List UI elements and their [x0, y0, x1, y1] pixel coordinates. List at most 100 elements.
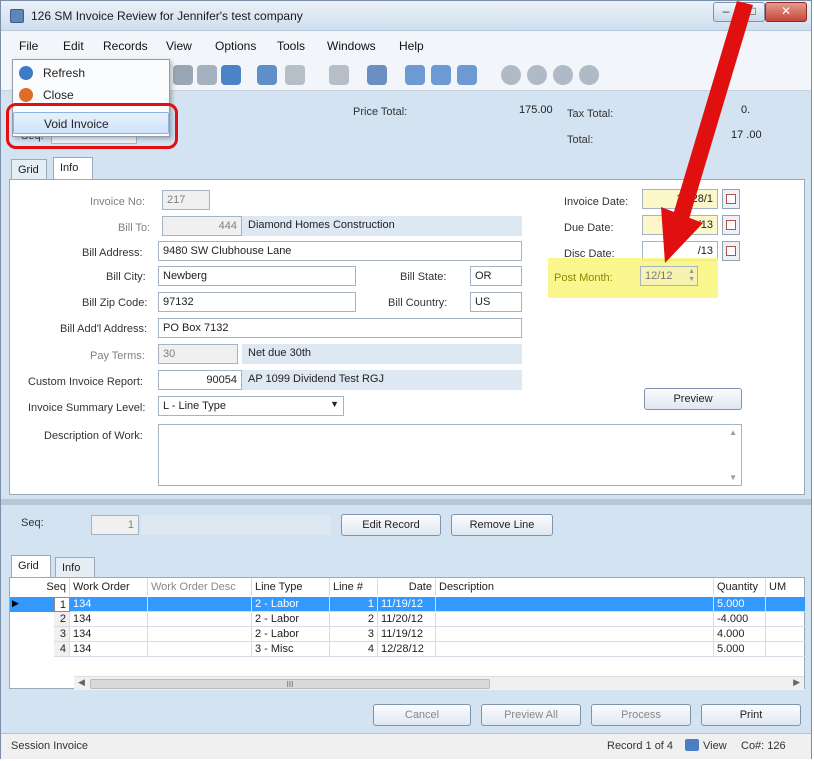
menu-windows[interactable]: Windows	[327, 39, 376, 53]
layout-single-icon[interactable]	[405, 65, 425, 85]
cell-wo-desc[interactable]	[148, 612, 252, 627]
col-header-work-order-desc[interactable]: Work Order Desc	[148, 578, 252, 596]
menu-help[interactable]: Help	[399, 39, 424, 53]
cell-wo-desc[interactable]	[148, 627, 252, 642]
invoice-summary-level-select[interactable]: L - Line Type ▼	[158, 396, 344, 416]
cell-um[interactable]	[766, 612, 806, 627]
spinner-icon[interactable]: ▲ ▼	[688, 268, 695, 284]
col-header-date[interactable]: Date	[378, 578, 436, 596]
menu-file[interactable]: File	[19, 39, 38, 53]
send-icon[interactable]	[329, 65, 349, 85]
menu-records[interactable]: Records	[103, 39, 148, 53]
cell-work-order[interactable]: 134	[70, 597, 148, 612]
lower-tab-info[interactable]: Info	[55, 557, 95, 577]
previous-record-icon[interactable]	[527, 65, 547, 85]
preview-button[interactable]: Preview	[644, 388, 742, 410]
cell-quantity[interactable]: -4.000	[714, 612, 766, 627]
grid-row[interactable]: 4 134 3 - Misc 4 12/28/12 5.000	[10, 642, 806, 657]
menu-tools[interactable]: Tools	[277, 39, 305, 53]
cell-seq[interactable]: 3	[54, 627, 70, 642]
print-button[interactable]: Print	[701, 704, 801, 726]
refresh-icon[interactable]	[221, 65, 241, 85]
attachment-icon[interactable]	[285, 65, 305, 85]
cell-date[interactable]: 12/28/12	[378, 642, 436, 657]
upper-tab-grid[interactable]: Grid	[11, 159, 47, 179]
calculator-icon[interactable]	[257, 65, 277, 85]
bill-country-field[interactable]: US	[470, 292, 522, 312]
cell-wo-desc[interactable]	[148, 597, 252, 612]
close-button[interactable]: ✕	[765, 2, 807, 22]
menu-item-refresh[interactable]: Refresh	[13, 62, 169, 84]
bill-to-code-field[interactable]: 444	[162, 216, 242, 236]
cell-date[interactable]: 11/19/12	[378, 627, 436, 642]
process-button[interactable]: Process	[591, 704, 691, 726]
cell-line-no[interactable]: 1	[330, 597, 378, 612]
layout-split-icon[interactable]	[431, 65, 451, 85]
col-header-work-order[interactable]: Work Order	[70, 578, 148, 596]
cancel-button[interactable]: Cancel	[373, 704, 471, 726]
bill-city-field[interactable]: Newberg	[158, 266, 356, 286]
col-header-line-no[interactable]: Line #	[330, 578, 378, 596]
grid-horizontal-scrollbar[interactable]: ◀ III ▶	[74, 676, 804, 690]
upper-tab-info[interactable]: Info	[53, 157, 93, 179]
cell-description[interactable]	[436, 612, 714, 627]
spellcheck-icon[interactable]	[367, 65, 387, 85]
cell-line-no[interactable]: 3	[330, 627, 378, 642]
cell-um[interactable]	[766, 597, 806, 612]
menu-view[interactable]: View	[166, 39, 192, 53]
line-seq-field[interactable]: 1	[91, 515, 139, 535]
col-header-quantity[interactable]: Quantity	[714, 578, 766, 596]
edit-record-button[interactable]: Edit Record	[341, 514, 441, 536]
post-month-field[interactable]: 12/12 ▲ ▼	[640, 266, 698, 286]
cell-line-type[interactable]: 2 - Labor	[252, 597, 330, 612]
scroll-left-icon[interactable]: ◀	[78, 677, 85, 688]
bill-address-field[interactable]: 9480 SW Clubhouse Lane	[158, 241, 522, 261]
remove-line-button[interactable]: Remove Line	[451, 514, 553, 536]
col-header-seq[interactable]: Seq	[10, 578, 70, 596]
invoice-no-field[interactable]: 217	[162, 190, 210, 210]
cell-description[interactable]	[436, 597, 714, 612]
cell-seq[interactable]: 1	[54, 597, 70, 612]
cell-work-order[interactable]: 134	[70, 612, 148, 627]
scroll-down-icon[interactable]: ▼	[729, 473, 737, 482]
grid-row[interactable]: ▶ 1 134 2 - Labor 1 11/19/12 5.000	[10, 597, 806, 612]
grid-row[interactable]: 2 134 2 - Labor 2 11/20/12 -4.000	[10, 612, 806, 627]
cell-line-no[interactable]: 4	[330, 642, 378, 657]
last-record-icon[interactable]	[579, 65, 599, 85]
cell-line-type[interactable]: 3 - Misc	[252, 642, 330, 657]
bill-addl-address-field[interactable]: PO Box 7132	[158, 318, 522, 338]
cell-quantity[interactable]: 5.000	[714, 642, 766, 657]
description-of-work-textarea[interactable]: ▲ ▼	[158, 424, 742, 486]
cell-work-order[interactable]: 134	[70, 627, 148, 642]
cell-date[interactable]: 11/20/12	[378, 612, 436, 627]
col-header-description[interactable]: Description	[436, 578, 714, 596]
status-view[interactable]: View	[703, 740, 727, 752]
grid-row[interactable]: 3 134 2 - Labor 3 11/19/12 4.000	[10, 627, 806, 642]
cell-description[interactable]	[436, 627, 714, 642]
cell-date[interactable]: 11/19/12	[378, 597, 436, 612]
cell-line-type[interactable]: 2 - Labor	[252, 627, 330, 642]
delete-icon[interactable]	[173, 65, 193, 85]
lower-tab-grid[interactable]: Grid	[11, 555, 51, 577]
next-record-icon[interactable]	[553, 65, 573, 85]
scroll-up-icon[interactable]: ▲	[729, 428, 737, 437]
custom-invoice-report-field[interactable]: 90054	[158, 370, 242, 390]
preview-all-button[interactable]: Preview All	[481, 704, 581, 726]
bill-state-field[interactable]: OR	[470, 266, 522, 286]
cell-line-type[interactable]: 2 - Labor	[252, 612, 330, 627]
pay-terms-code-field[interactable]: 30	[158, 344, 238, 364]
cell-work-order[interactable]: 134	[70, 642, 148, 657]
cell-quantity[interactable]: 4.000	[714, 627, 766, 642]
bill-zip-field[interactable]: 97132	[158, 292, 356, 312]
cell-quantity[interactable]: 5.000	[714, 597, 766, 612]
cell-line-no[interactable]: 2	[330, 612, 378, 627]
first-record-icon[interactable]	[501, 65, 521, 85]
scroll-thumb[interactable]: III	[90, 679, 490, 689]
cell-seq[interactable]: 2	[54, 612, 70, 627]
cell-seq[interactable]: 4	[54, 642, 70, 657]
col-header-um[interactable]: UM	[766, 578, 806, 596]
cell-um[interactable]	[766, 627, 806, 642]
undo-icon[interactable]	[197, 65, 217, 85]
layout-grid-icon[interactable]	[457, 65, 477, 85]
scroll-right-icon[interactable]: ▶	[793, 677, 800, 688]
